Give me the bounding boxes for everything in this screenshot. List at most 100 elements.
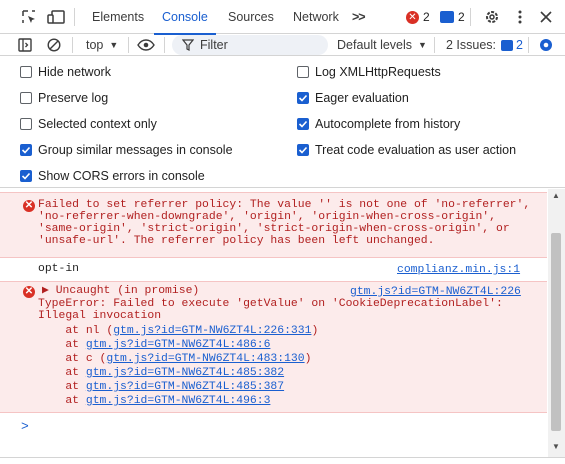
option-label: Hide network	[38, 65, 111, 79]
divider	[434, 37, 435, 53]
stack-frame: at c (gtm.js?id=GTM-NW6ZT4L:483:130)	[38, 353, 312, 366]
filter-input[interactable]: Filter	[172, 35, 328, 55]
filter-placeholder: Filter	[200, 38, 228, 52]
stack-prefix: at	[38, 367, 86, 379]
checkbox[interactable]	[297, 66, 309, 78]
stack-prefix: at	[38, 395, 86, 407]
selected-context-checkbox[interactable]: Selected context only	[20, 117, 157, 131]
tab-console[interactable]: Console	[154, 0, 216, 35]
stack-link[interactable]: gtm.js?id=GTM-NW6ZT4L:483:130	[106, 353, 304, 365]
error-text-line: Failed to set referrer policy: The value…	[38, 199, 531, 211]
sidebar-toggle-icon[interactable]	[18, 36, 32, 54]
divider	[164, 37, 165, 53]
issues-button[interactable]: 2 Issues: 2	[446, 36, 523, 54]
eye-icon[interactable]	[137, 36, 155, 54]
divider	[74, 8, 75, 26]
stack-suffix: )	[311, 325, 319, 337]
message-icon	[440, 11, 454, 23]
stack-link[interactable]: gtm.js?id=GTM-NW6ZT4L:486:6	[86, 339, 271, 351]
eager-evaluation-checkbox[interactable]: Eager evaluation	[297, 91, 409, 105]
context-label: top	[86, 38, 104, 52]
stack-frame: at gtm.js?id=GTM-NW6ZT4L:486:6	[38, 339, 271, 352]
tab-elements[interactable]: Elements	[92, 0, 144, 34]
filter-icon	[181, 39, 195, 54]
divider	[528, 37, 529, 53]
option-label: Show CORS errors in console	[38, 169, 205, 183]
error-counter[interactable]: ✕ 2	[406, 10, 430, 24]
console-settings-gear-icon[interactable]	[538, 36, 554, 54]
stack-frame: at gtm.js?id=GTM-NW6ZT4L:485:382	[38, 367, 284, 380]
vertical-scrollbar[interactable]: ▲ ▼	[548, 189, 565, 457]
checkbox-checked[interactable]	[20, 144, 32, 156]
console-settings-panel: Hide network Preserve log Selected conte…	[0, 57, 565, 188]
error-text-line: Illegal invocation	[38, 310, 162, 322]
autocomplete-history-checkbox[interactable]: Autocomplete from history	[297, 117, 460, 131]
chevron-down-icon: ▼	[418, 40, 427, 50]
stack-link[interactable]: gtm.js?id=GTM-NW6ZT4L:485:387	[86, 381, 284, 393]
log-xhr-checkbox[interactable]: Log XMLHttpRequests	[297, 65, 441, 79]
checkbox-checked[interactable]	[20, 170, 32, 182]
log-levels-dropdown[interactable]: Default levels ▼	[337, 36, 427, 54]
scroll-up-arrow-icon[interactable]: ▲	[552, 191, 560, 200]
preserve-log-checkbox[interactable]: Preserve log	[20, 91, 108, 105]
error-icon: ✕	[23, 200, 35, 212]
checkbox[interactable]	[20, 92, 32, 104]
device-toolbar-icon[interactable]	[47, 8, 65, 26]
stack-frame: at nl (gtm.js?id=GTM-NW6ZT4L:226:331)	[38, 325, 319, 338]
stack-link[interactable]: gtm.js?id=GTM-NW6ZT4L:226:331	[113, 325, 311, 337]
divider	[72, 37, 73, 53]
divider	[128, 37, 129, 53]
expand-error-toggle[interactable]: ▶ Uncaught (in promise)	[42, 285, 199, 298]
tab-sources[interactable]: Sources	[228, 0, 274, 34]
scrollbar-thumb[interactable]	[551, 233, 561, 431]
scroll-down-arrow-icon[interactable]: ▼	[552, 442, 560, 451]
treat-code-evaluation-checkbox[interactable]: Treat code evaluation as user action	[297, 143, 516, 157]
clear-console-icon[interactable]	[47, 36, 61, 54]
error-icon: ✕	[406, 10, 419, 24]
console-log-message: opt-in complianz.min.js:1	[0, 259, 547, 281]
issues-count: 2	[516, 38, 523, 52]
stack-prefix: at	[38, 339, 86, 351]
option-label: Eager evaluation	[315, 91, 409, 105]
levels-label: Default levels	[337, 38, 413, 52]
devtools-tabbar: Elements Console Sources Network >> ✕ 2 …	[0, 0, 565, 35]
error-text-line: 'same-origin', 'strict-origin', 'strict-…	[38, 223, 510, 235]
more-tabs-button[interactable]: >>	[352, 0, 366, 34]
inspect-element-icon[interactable]	[20, 8, 38, 26]
hide-network-checkbox[interactable]: Hide network	[20, 65, 111, 79]
more-options-icon[interactable]	[511, 8, 529, 26]
source-link[interactable]: gtm.js?id=GTM-NW6ZT4L:226	[350, 286, 521, 298]
stack-frame: at gtm.js?id=GTM-NW6ZT4L:485:387	[38, 381, 284, 394]
group-similar-checkbox[interactable]: Group similar messages in console	[20, 143, 233, 157]
stack-link[interactable]: gtm.js?id=GTM-NW6ZT4L:485:382	[86, 367, 284, 379]
issues-label: 2 Issues:	[446, 38, 497, 52]
divider	[470, 8, 471, 26]
chevron-down-icon: ▼	[109, 40, 119, 50]
stack-prefix: at c (	[38, 353, 107, 365]
error-icon: ✕	[23, 286, 35, 298]
checkbox[interactable]	[20, 66, 32, 78]
stack-suffix: )	[304, 353, 312, 365]
error-text-line: 'no-referrer-when-downgrade', 'origin', …	[38, 211, 496, 223]
console-prompt[interactable]: >	[0, 417, 547, 437]
checkbox-checked[interactable]	[297, 92, 309, 104]
message-count: 2	[458, 10, 465, 24]
issues-icon	[501, 39, 514, 51]
gear-icon[interactable]	[483, 8, 501, 26]
log-text: opt-in	[38, 263, 80, 275]
tab-network[interactable]: Network	[293, 0, 339, 34]
error-text-line: TypeError: Failed to execute 'getValue' …	[38, 298, 503, 310]
error-text-line: 'unsafe-url'. The referrer policy has be…	[38, 235, 435, 247]
checkbox-checked[interactable]	[297, 118, 309, 130]
context-selector[interactable]: top ▼	[86, 36, 118, 54]
source-link[interactable]: complianz.min.js:1	[397, 264, 520, 276]
option-label: Preserve log	[38, 91, 109, 105]
checkbox-checked[interactable]	[297, 144, 309, 156]
message-counter[interactable]: 2	[440, 10, 465, 24]
option-label: Treat code evaluation as user action	[315, 143, 517, 157]
stack-link[interactable]: gtm.js?id=GTM-NW6ZT4L:496:3	[86, 395, 271, 407]
checkbox[interactable]	[20, 118, 32, 130]
show-cors-errors-checkbox[interactable]: Show CORS errors in console	[20, 169, 205, 183]
close-icon[interactable]	[537, 8, 555, 26]
drawer-edge	[0, 457, 565, 464]
